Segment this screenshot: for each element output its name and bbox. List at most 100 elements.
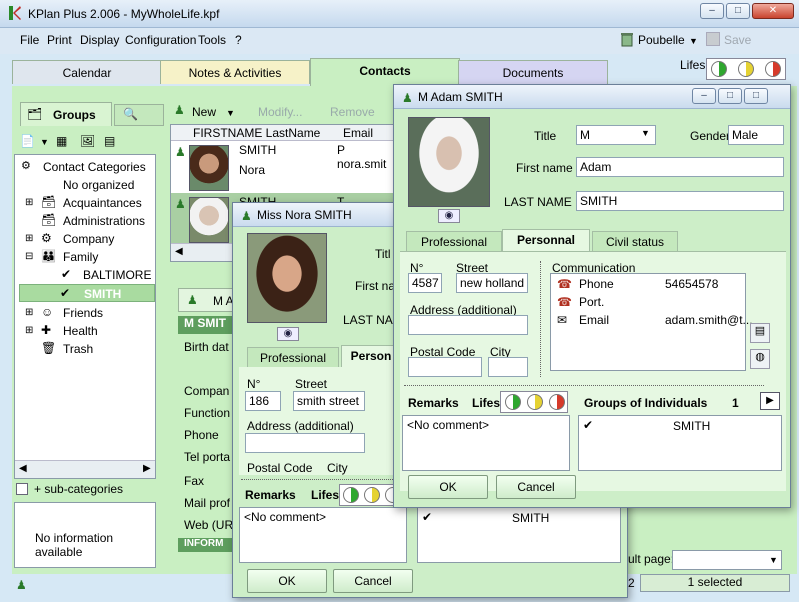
- tab-calendar[interactable]: Calendar: [12, 60, 162, 84]
- table-row[interactable]: ♟ SMITH Nora P nora.smit: [171, 141, 393, 193]
- chevron-down-icon[interactable]: ▼: [641, 128, 650, 138]
- tree-hscroll[interactable]: ◀ ▶: [15, 460, 155, 478]
- tree-item-administrations[interactable]: Administrations: [63, 214, 145, 228]
- trash-icon[interactable]: [620, 31, 634, 47]
- col-firstname-lastname[interactable]: FIRSTNAME LastName: [193, 126, 320, 140]
- expand-icon[interactable]: ⊞: [25, 233, 33, 244]
- remove-button[interactable]: Remove: [330, 105, 375, 119]
- tab-professional[interactable]: Professional: [406, 231, 502, 253]
- tab-personnal[interactable]: Person: [341, 345, 401, 367]
- tree-item-health[interactable]: Health: [63, 324, 98, 338]
- menu-display[interactable]: Display: [80, 33, 119, 47]
- expand-icon[interactable]: ⊞: [25, 325, 33, 336]
- save-button[interactable]: Save: [724, 33, 751, 47]
- view-eye-icon[interactable]: ◉: [277, 327, 299, 341]
- dialog-minimize-button[interactable]: –: [692, 88, 716, 104]
- result-page-select[interactable]: ▼: [672, 550, 782, 570]
- category-tree: ⚙ Contact Categories No organized ⊞ 🗃 Ac…: [14, 154, 156, 479]
- adam-title-select[interactable]: M ▼: [576, 125, 656, 145]
- dialog-restore-button[interactable]: □: [744, 88, 768, 104]
- close-button[interactable]: ✕: [752, 3, 794, 19]
- subcat-label: + sub-categories: [34, 482, 124, 496]
- adam-address-field[interactable]: [408, 315, 528, 335]
- minimize-button[interactable]: –: [700, 3, 724, 19]
- adam-postal-field[interactable]: [408, 357, 482, 377]
- nora-street-field[interactable]: smith street: [293, 391, 365, 411]
- nora-photo: [247, 233, 327, 323]
- life-yellow-icon[interactable]: [738, 61, 754, 77]
- adam-last-field[interactable]: SMITH: [576, 191, 784, 211]
- life-green-icon[interactable]: [343, 487, 359, 503]
- chevron-down-icon[interactable]: ▼: [226, 108, 235, 118]
- chevron-down-icon[interactable]: ▼: [40, 137, 49, 147]
- poubelle-button[interactable]: Poubelle: [638, 33, 685, 47]
- adam-first-field[interactable]: Adam: [576, 157, 784, 177]
- expand-icon[interactable]: ⊞: [25, 197, 33, 208]
- maximize-button[interactable]: □: [726, 3, 750, 19]
- adam-number-field[interactable]: 4587: [408, 273, 442, 293]
- tab-contacts[interactable]: Contacts: [310, 58, 460, 86]
- life-green-icon[interactable]: [505, 394, 521, 410]
- edit-comm-icon[interactable]: ▤: [750, 323, 770, 343]
- tree-item-friends[interactable]: Friends: [63, 306, 103, 320]
- tab-professional[interactable]: Professional: [247, 347, 339, 369]
- scroll-left-icon[interactable]: ◀: [175, 246, 183, 257]
- dialog-maximize-button[interactable]: □: [718, 88, 742, 104]
- tree-item-baltimore[interactable]: BALTIMORE: [83, 268, 151, 282]
- tree-item-family[interactable]: Family: [63, 250, 98, 264]
- adam-city-field[interactable]: [488, 357, 528, 377]
- nora-ok-button[interactable]: OK: [247, 569, 327, 593]
- tree-root-label[interactable]: Contact Categories: [43, 160, 146, 174]
- col-email[interactable]: Email: [343, 126, 373, 140]
- menu-configuration[interactable]: Configuration: [125, 33, 196, 47]
- collapse-icon[interactable]: ⊟: [25, 251, 33, 262]
- life-yellow-icon[interactable]: [364, 487, 380, 503]
- delete-group-icon[interactable]: ▦: [56, 134, 67, 148]
- person-add-icon: ♟: [174, 103, 185, 117]
- tree-item-no-organized[interactable]: No organized: [63, 178, 134, 192]
- chevron-down-icon[interactable]: ▼: [689, 36, 698, 46]
- tree-item-acquaintances[interactable]: Acquaintances: [63, 196, 142, 210]
- new-group-icon[interactable]: 📄: [20, 134, 35, 148]
- arrow-right-icon[interactable]: ▶: [760, 392, 780, 410]
- nora-cancel-button[interactable]: Cancel: [333, 569, 413, 593]
- tree-item-trash[interactable]: Trash: [63, 342, 93, 356]
- tab-documents[interactable]: Documents: [458, 60, 608, 84]
- nora-remarks-box[interactable]: <No comment>: [239, 507, 407, 563]
- life-yellow-icon[interactable]: [527, 394, 543, 410]
- tab-civil-status[interactable]: Civil status: [592, 231, 678, 253]
- tab-personnal[interactable]: Personnal: [502, 229, 590, 251]
- subcat-checkbox[interactable]: [16, 483, 28, 495]
- list-icon[interactable]: ▤: [104, 134, 115, 148]
- nora-number-field[interactable]: 186: [245, 391, 281, 411]
- page-number: 2: [628, 576, 635, 590]
- expand-icon[interactable]: ⊞: [25, 307, 33, 318]
- view-eye-icon[interactable]: ◉: [438, 209, 460, 223]
- adam-gender-field[interactable]: Male: [728, 125, 784, 145]
- adam-cancel-button[interactable]: Cancel: [496, 475, 576, 499]
- new-contact-button[interactable]: New: [192, 105, 216, 119]
- nora-address-field[interactable]: [245, 433, 365, 453]
- menu-tools[interactable]: Tools: [198, 33, 226, 47]
- scroll-left-icon[interactable]: ◀: [19, 463, 27, 474]
- tab-groups[interactable]: 🗂 Groups: [20, 102, 112, 126]
- globe-icon[interactable]: ◍: [750, 349, 770, 369]
- tab-notes[interactable]: Notes & Activities: [160, 60, 310, 84]
- image-icon[interactable]: 🖼: [80, 134, 95, 148]
- menu-file[interactable]: File: [20, 33, 39, 47]
- tree-item-smith-selected[interactable]: ✔ SMITH: [19, 284, 155, 302]
- adam-ok-button[interactable]: OK: [408, 475, 488, 499]
- life-green-icon[interactable]: [711, 61, 727, 77]
- tab-search[interactable]: 🔍: [114, 104, 164, 126]
- life-red-icon[interactable]: [765, 61, 781, 77]
- life-red-icon[interactable]: [549, 394, 565, 410]
- scroll-right-icon[interactable]: ▶: [143, 463, 151, 474]
- tree-item-company[interactable]: Company: [63, 232, 114, 246]
- adam-remarks-box[interactable]: <No comment>: [402, 415, 570, 471]
- menu-print[interactable]: Print: [47, 33, 72, 47]
- chevron-down-icon[interactable]: ▼: [769, 555, 778, 565]
- menu-help[interactable]: ?: [235, 33, 242, 47]
- contact-photo: [189, 145, 229, 191]
- adam-street-field[interactable]: new holland ro: [456, 273, 528, 293]
- modify-button[interactable]: Modify...: [258, 105, 302, 119]
